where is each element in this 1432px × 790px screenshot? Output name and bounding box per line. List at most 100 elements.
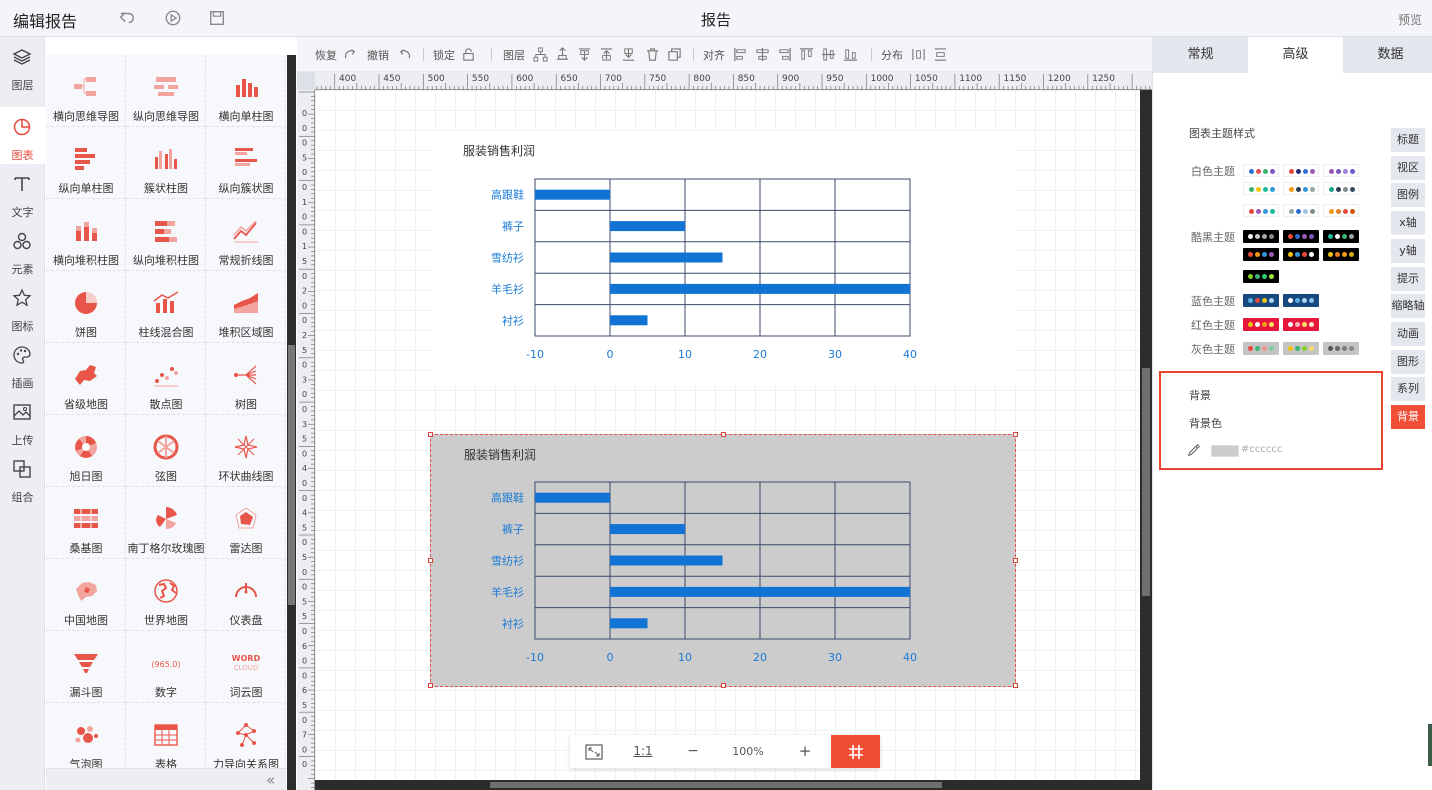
resize-handle-top[interactable] bbox=[721, 432, 726, 437]
align-left-icon[interactable] bbox=[733, 47, 748, 62]
bar[interactable] bbox=[610, 221, 685, 232]
lock-button[interactable]: 锁定 bbox=[433, 47, 455, 63]
widget-bubble[interactable]: 气泡图 bbox=[46, 703, 126, 775]
distribute-button[interactable]: 分布 bbox=[881, 47, 903, 63]
widget-sankey[interactable]: 桑基图 bbox=[46, 487, 126, 559]
undo-icon[interactable] bbox=[118, 9, 136, 27]
align-button[interactable]: 对齐 bbox=[703, 47, 725, 63]
widget-gauge[interactable]: 仪表盘 bbox=[206, 559, 286, 631]
theme-swatch[interactable] bbox=[1243, 164, 1279, 177]
section-tab-7[interactable]: 动画 bbox=[1391, 321, 1425, 346]
resize-handle-bottom-left[interactable] bbox=[428, 683, 433, 688]
bar[interactable] bbox=[610, 555, 723, 566]
scrollbar-thumb[interactable] bbox=[490, 782, 942, 788]
widget-table[interactable]: 表格 bbox=[126, 703, 206, 775]
widget-bar-cluster[interactable]: 簇状柱图 bbox=[126, 127, 206, 199]
preview-button[interactable]: 预览 bbox=[1398, 11, 1422, 28]
theme-swatch[interactable] bbox=[1283, 182, 1319, 195]
widget-bar-h-cluster[interactable]: 纵向簇状图 bbox=[206, 127, 286, 199]
widget-mindmap-v[interactable]: 纵向思维导图 bbox=[126, 55, 206, 127]
bar[interactable] bbox=[610, 586, 910, 597]
theme-swatch[interactable] bbox=[1323, 182, 1359, 195]
nav-item-layers[interactable]: 图层 bbox=[0, 37, 45, 107]
align-right-icon[interactable] bbox=[777, 47, 792, 62]
widget-area[interactable]: 堆积区域图 bbox=[206, 271, 286, 343]
collapse-panel-icon[interactable]: « bbox=[266, 769, 286, 790]
tab-advanced[interactable]: 高级 bbox=[1248, 37, 1343, 73]
zoom-in-button[interactable]: + bbox=[790, 735, 820, 768]
resize-handle-top-right[interactable] bbox=[1013, 432, 1018, 437]
bar[interactable] bbox=[535, 189, 610, 200]
section-tab-8[interactable]: 图形 bbox=[1391, 349, 1425, 374]
section-tab-5[interactable]: 提示 bbox=[1391, 266, 1425, 291]
widget-bar-line[interactable]: 柱线混合图 bbox=[126, 271, 206, 343]
delete-icon[interactable] bbox=[645, 47, 660, 62]
nav-item-palette[interactable]: 插画 bbox=[0, 335, 45, 392]
align-center-h-icon[interactable] bbox=[755, 47, 770, 62]
send-to-back-icon[interactable] bbox=[621, 47, 636, 62]
resize-handle-left[interactable] bbox=[428, 558, 433, 563]
nav-item-chart-pie[interactable]: 图表 bbox=[0, 107, 45, 164]
scrollbar-thumb[interactable] bbox=[1142, 368, 1150, 596]
lock-icon[interactable] bbox=[461, 47, 476, 62]
widget-bar-v[interactable]: 横向单柱图 bbox=[206, 55, 286, 127]
align-top-icon[interactable] bbox=[799, 47, 814, 62]
nav-item-shapes[interactable]: 元素 bbox=[0, 221, 45, 278]
bring-forward-icon[interactable] bbox=[555, 47, 570, 62]
theme-swatch[interactable] bbox=[1283, 342, 1319, 355]
resize-handle-bottom[interactable] bbox=[721, 683, 726, 688]
widget-mindmap-h[interactable]: 横向思维导图 bbox=[46, 55, 126, 127]
save-icon[interactable] bbox=[208, 9, 226, 27]
nav-item-image-upload[interactable]: 上传 bbox=[0, 392, 45, 449]
widget-funnel[interactable]: 漏斗图 bbox=[46, 631, 126, 703]
widget-chord[interactable]: 弦图 bbox=[126, 415, 206, 487]
nav-item-star[interactable]: 图标 bbox=[0, 278, 45, 335]
zoom-out-button[interactable]: − bbox=[678, 735, 708, 768]
bar[interactable] bbox=[610, 524, 685, 535]
theme-swatch[interactable] bbox=[1283, 294, 1319, 307]
theme-swatch[interactable] bbox=[1243, 294, 1279, 307]
widget-number[interactable]: (965.0) 数字 bbox=[126, 631, 206, 703]
widget-ring-curve[interactable]: 环状曲线图 bbox=[206, 415, 286, 487]
distribute-vertical-icon[interactable] bbox=[933, 47, 948, 62]
align-center-v-icon[interactable] bbox=[821, 47, 836, 62]
report-canvas[interactable]: 服装销售利润 -10 0 10 20 30 40 高跟鞋 裤子 雪纺衫 羊毛衫 衬衫 服装销售利润 … bbox=[315, 90, 1140, 780]
distribute-horizontal-icon[interactable] bbox=[911, 47, 926, 62]
resize-handle-top-left[interactable] bbox=[428, 432, 433, 437]
copy-icon[interactable] bbox=[667, 47, 682, 62]
section-tab-10[interactable]: 背景 bbox=[1391, 405, 1425, 429]
send-backward-icon[interactable] bbox=[577, 47, 592, 62]
theme-swatch[interactable] bbox=[1243, 270, 1279, 283]
layer-tree-icon[interactable] bbox=[533, 47, 548, 62]
widget-sunburst[interactable]: 旭日图 bbox=[46, 415, 126, 487]
bring-to-front-icon[interactable] bbox=[599, 47, 614, 62]
bar[interactable] bbox=[610, 252, 723, 263]
theme-swatch[interactable] bbox=[1243, 204, 1279, 217]
theme-swatch[interactable] bbox=[1323, 204, 1359, 217]
redo-button[interactable]: 恢复 bbox=[315, 47, 337, 63]
widget-radar[interactable]: 雷达图 bbox=[206, 487, 286, 559]
widget-globe[interactable]: 世界地图 bbox=[126, 559, 206, 631]
vertical-ruler[interactable]: 0 0 0 5 0 0 1 0 0 1 5 0 2 0 0 2 5 0 3 0 0 3 5 0 4 0 0 4 5 0 5 0 0 5 5 0 6 0 0 6… bbox=[297, 90, 315, 790]
theme-swatch[interactable] bbox=[1323, 248, 1359, 261]
undo-arrow-icon[interactable] bbox=[397, 47, 412, 62]
widget-pie[interactable]: 饼图 bbox=[46, 271, 126, 343]
layer-button[interactable]: 图层 bbox=[503, 47, 525, 63]
bar[interactable] bbox=[610, 315, 648, 326]
theme-swatch[interactable] bbox=[1323, 342, 1359, 355]
theme-swatch[interactable] bbox=[1243, 318, 1279, 331]
widget-map-province[interactable]: 省级地图 bbox=[46, 343, 126, 415]
theme-swatch[interactable] bbox=[1323, 230, 1359, 243]
widget-rose[interactable]: 南丁格尔玫瑰图 bbox=[126, 487, 206, 559]
canvas-vertical-scrollbar[interactable] bbox=[1140, 90, 1152, 790]
theme-swatch[interactable] bbox=[1243, 248, 1279, 261]
resize-handle-right[interactable] bbox=[1013, 558, 1018, 563]
fit-screen-button[interactable] bbox=[570, 735, 618, 768]
undo-button[interactable]: 撤销 bbox=[367, 47, 389, 63]
align-bottom-icon[interactable] bbox=[843, 47, 858, 62]
theme-swatch[interactable] bbox=[1323, 164, 1359, 177]
widget-bar-h-stack[interactable]: 纵向堆积柱图 bbox=[126, 199, 206, 271]
tab-data[interactable]: 数据 bbox=[1343, 37, 1432, 73]
bar[interactable] bbox=[610, 283, 910, 294]
background-color-swatch[interactable] bbox=[1211, 445, 1239, 457]
